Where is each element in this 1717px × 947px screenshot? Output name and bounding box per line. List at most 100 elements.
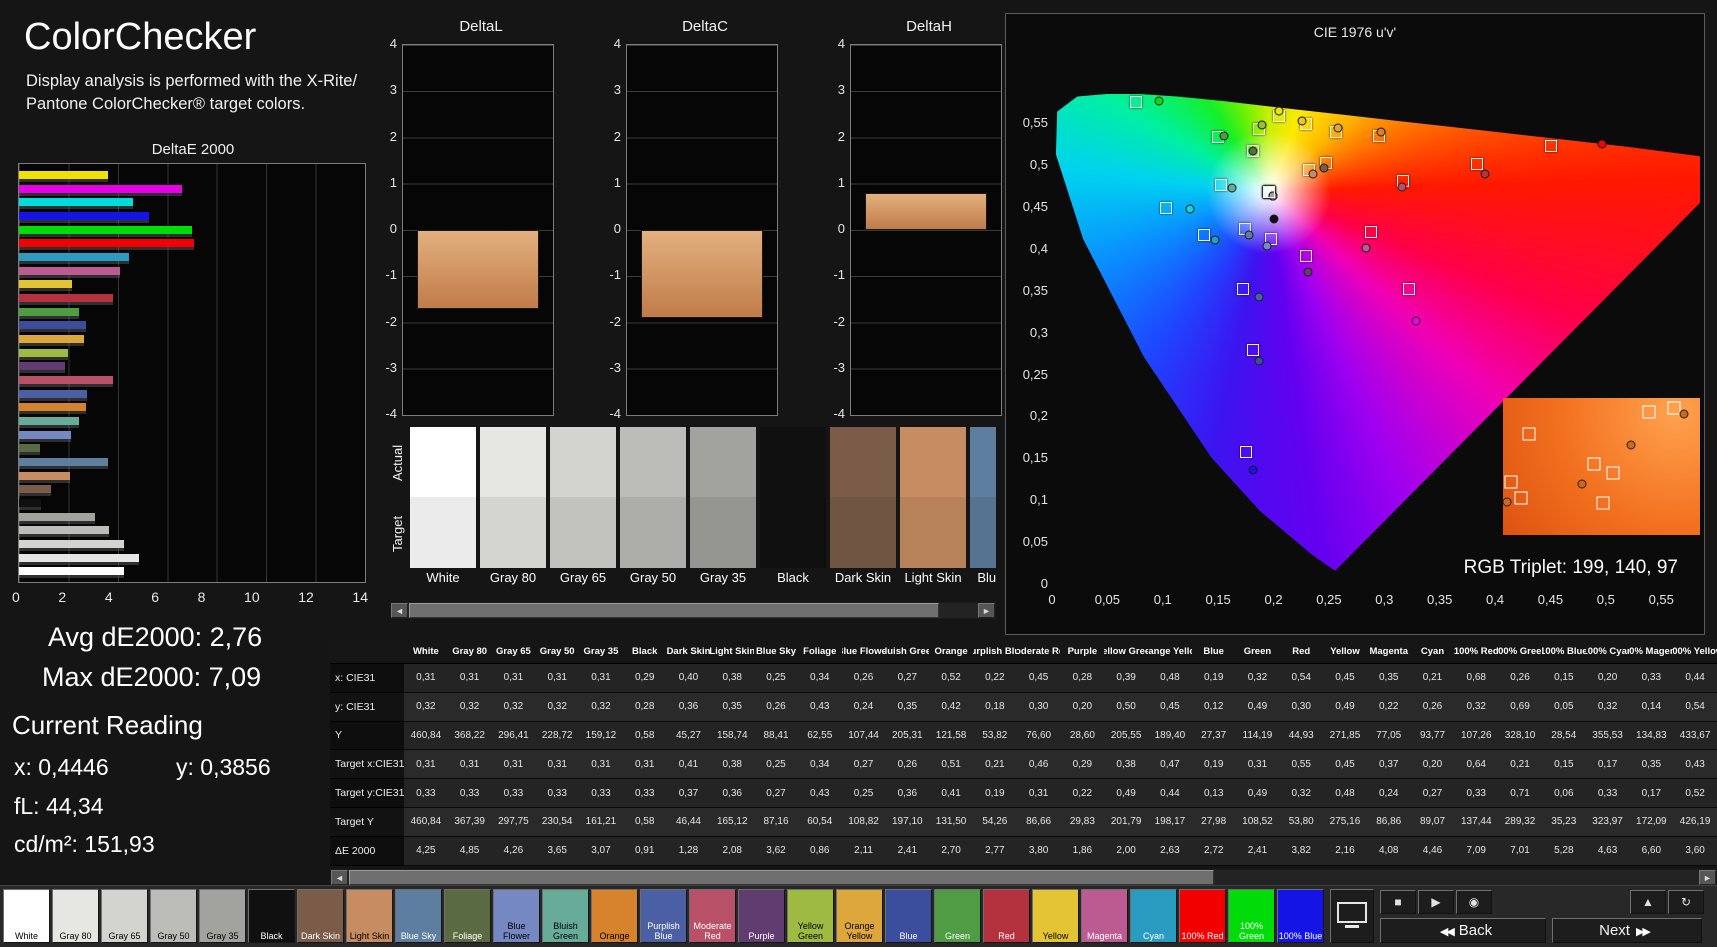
strip-scrollbar-track[interactable] [408, 603, 978, 618]
patch-button-label: Dark Skin [298, 932, 343, 941]
table-scrollbar[interactable]: ◄ ► [330, 869, 1717, 886]
table-cell: 0,44 [1148, 779, 1192, 808]
patch-button-gray-80[interactable]: Gray 80 [52, 889, 99, 943]
deltae-bar-row [19, 537, 365, 551]
table-scrollbar-track[interactable] [348, 870, 1699, 885]
play-button[interactable]: ▶ [1418, 890, 1454, 914]
strip-scrollbar-thumb[interactable] [409, 603, 939, 618]
patch-button-green[interactable]: Green [934, 889, 981, 943]
table-cell: 172,09 [1629, 808, 1673, 837]
table-scrollbar-thumb[interactable] [349, 870, 1214, 885]
table-cell: 0,47 [1148, 750, 1192, 779]
deltae-bar-row [19, 209, 365, 223]
table-cell: 1,28 [667, 837, 711, 866]
patch-button-white[interactable]: White [3, 889, 50, 943]
patch-button-purplish-blue[interactable]: Purplish Blue [640, 889, 687, 943]
table-cell: 0,24 [842, 693, 886, 722]
table-cell: 0,32 [579, 693, 623, 722]
cie-y-tick-label: 0,35 [1008, 283, 1048, 298]
table-cell: 0,41 [929, 779, 973, 808]
deltae-bar-row [19, 510, 365, 524]
cie-measured-dot [1270, 214, 1279, 223]
eject-button[interactable]: ▲ [1630, 890, 1666, 914]
patch-button-cyan[interactable]: Cyan [1130, 889, 1177, 943]
table-cell: 0,48 [1148, 664, 1192, 693]
patch-button-100-green[interactable]: 100% Green [1228, 889, 1275, 943]
table-cell: 0,19 [1192, 750, 1236, 779]
table-cell: 0,38 [710, 750, 754, 779]
deltah-chart: DeltaH 43210-1-2-3-4 [820, 18, 1006, 422]
table-cell: 0,31 [535, 750, 579, 779]
strip-scroll-left-arrow-icon[interactable]: ◄ [391, 603, 408, 618]
cie-target-square [1263, 186, 1275, 198]
table-cell: 0,31 [1017, 779, 1061, 808]
patch-actual-swatch [480, 427, 546, 497]
cie-measured-dot [1249, 146, 1258, 155]
table-cell: 0,43 [798, 693, 842, 722]
table-cell: 0,33 [492, 779, 536, 808]
patch-button-orange-yellow[interactable]: Orange Yellow [836, 889, 883, 943]
patch-button-moderate-red[interactable]: Moderate Red [689, 889, 736, 943]
table-cell: 114,19 [1236, 722, 1280, 751]
next-button[interactable]: Next▶▶ [1552, 918, 1702, 943]
deltae-bar-row [19, 223, 365, 237]
patch-button-gray-65[interactable]: Gray 65 [101, 889, 148, 943]
patch-button-foliage[interactable]: Foliage [444, 889, 491, 943]
patch-button-100-red[interactable]: 100% Red [1179, 889, 1226, 943]
table-cell: 0,31 [535, 664, 579, 693]
patch-swatch: Black [760, 427, 826, 593]
patch-button-blue-sky[interactable]: Blue Sky [395, 889, 442, 943]
patch-button-bluish-green[interactable]: Bluish Green [542, 889, 589, 943]
table-cell: 0,35 [885, 693, 929, 722]
table-row-label: ΔE 2000 [330, 837, 404, 866]
patch-button-yellow-green[interactable]: Yellow Green [787, 889, 834, 943]
table-column-header: Bluish Green [885, 640, 929, 664]
inset-measured-dot [1627, 440, 1636, 449]
table-scroll-right-arrow-icon[interactable]: ► [1699, 870, 1716, 885]
axis-tick-label: 3 [390, 83, 397, 97]
deltae-bar-row [19, 264, 365, 278]
table-cell: 0,37 [667, 779, 711, 808]
cie-measured-dot [1304, 268, 1313, 277]
deltae-bar [19, 417, 79, 425]
patch-button-dark-skin[interactable]: Dark Skin [297, 889, 344, 943]
cie-x-tick-label: 0 [1030, 592, 1074, 607]
deltae-bar-row [19, 305, 365, 319]
table-cell: 1,86 [1060, 837, 1104, 866]
patch-actual-swatch [410, 427, 476, 497]
page-title: ColorChecker [24, 16, 256, 59]
cie-measured-dot [1319, 163, 1328, 172]
patch-button-yellow[interactable]: Yellow [1032, 889, 1079, 943]
stop-button[interactable]: ■ [1380, 890, 1416, 914]
cie-x-tick-label: 0,1 [1141, 592, 1185, 607]
patch-button-light-skin[interactable]: Light Skin [346, 889, 393, 943]
refresh-button[interactable]: ↻ [1668, 890, 1704, 914]
cie-measured-dot [1211, 236, 1220, 245]
inset-target-square [1587, 457, 1600, 470]
back-button[interactable]: ◀◀Back [1380, 918, 1546, 943]
table-scroll-left-arrow-icon[interactable]: ◄ [331, 870, 348, 885]
strip-scrollbar[interactable]: ◄ ► [390, 602, 996, 619]
table-cell: 205,55 [1104, 722, 1148, 751]
strip-scroll-right-arrow-icon[interactable]: ► [978, 603, 995, 618]
axis-tick-label: 0 [390, 222, 397, 236]
patch-button-gray-35[interactable]: Gray 35 [199, 889, 246, 943]
cie-target-square [1198, 229, 1210, 241]
patch-button-magenta[interactable]: Magenta [1081, 889, 1128, 943]
patch-button-purple[interactable]: Purple [738, 889, 785, 943]
record-button[interactable]: ◉ [1456, 890, 1492, 914]
deltal-plot [402, 44, 554, 416]
deltae-bar-row [19, 414, 365, 428]
patch-button-gray-50[interactable]: Gray 50 [150, 889, 197, 943]
patch-button-100-blue[interactable]: 100% Blue [1277, 889, 1324, 943]
table-cell: 77,05 [1367, 722, 1411, 751]
patch-button-red[interactable]: Red [983, 889, 1030, 943]
patch-button-orange[interactable]: Orange [591, 889, 638, 943]
display-pattern-button[interactable] [1330, 889, 1374, 943]
table-cell: 131,50 [929, 808, 973, 837]
cie-x-tick-label: 0,5 [1584, 592, 1628, 607]
table-cell: 60,54 [798, 808, 842, 837]
patch-button-black[interactable]: Black [248, 889, 295, 943]
patch-button-blue[interactable]: Blue [885, 889, 932, 943]
patch-button-blue-flower[interactable]: Blue Flower [493, 889, 540, 943]
